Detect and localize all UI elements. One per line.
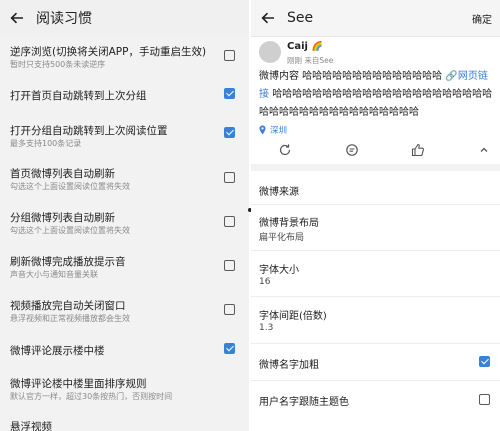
page-title: 阅读习惯 [36, 11, 92, 27]
name-theme-color-checkbox[interactable] [479, 394, 490, 405]
video-auto-close-checkbox[interactable] [224, 304, 235, 315]
setting-jump-last-position[interactable]: 打开分组自动跳转到上次阅读位置 最多支持100条记录 [0, 115, 249, 155]
back-arrow-icon[interactable] [0, 0, 34, 36]
setting-title: 视频播放完自动关闭窗口 [10, 300, 126, 312]
setting-reverse-browse[interactable]: 逆序浏览(切换将关闭APP，手动重启生效) 暂时只支持500条未读逆序 [0, 36, 249, 76]
row-name-theme-color[interactable]: 用户名字跟随主题色 [251, 381, 500, 419]
refresh-sound-checkbox[interactable] [224, 260, 235, 271]
page-title: See [287, 10, 314, 26]
setting-nested-sort-rule[interactable]: 微博评论楼中楼里面排序规则 默认官方一样，超过30条按热门，否则按时间 [0, 368, 249, 408]
setting-subtitle: 勾选这个上面设置阅读位置将失效 [10, 182, 130, 191]
setting-home-auto-refresh[interactable]: 首页微博列表自动刷新 勾选这个上面设置阅读位置将失效 [0, 158, 249, 198]
row-font-size[interactable]: 字体大小 16 [251, 251, 500, 297]
row-title: 微博名字加粗 [259, 360, 319, 371]
jump-last-group-checkbox[interactable] [224, 88, 235, 99]
post-meta: 刚刚 来自See [287, 56, 334, 65]
setting-title: 微博评论展示楼中楼 [10, 345, 105, 357]
setting-subtitle: 声音大小与通知音量关联 [10, 270, 98, 279]
setting-nested-comments[interactable]: 微博评论展示楼中楼 [0, 333, 249, 365]
left-app-bar: 阅读习惯 [0, 0, 249, 36]
setting-title: 刷新微博完成播放提示音 [10, 256, 126, 268]
setting-subtitle: 暂时只支持500条未读逆序 [10, 60, 106, 69]
reading-habits-panel: 阅读习惯 逆序浏览(切换将关闭APP，手动重启生效) 暂时只支持500条未读逆序… [0, 0, 249, 431]
confirm-button[interactable]: 确定 [472, 11, 492, 26]
section-divider [251, 164, 500, 171]
rainbow-badge-icon: 🌈 [311, 42, 323, 52]
post-text: 微博内容 哈哈哈哈哈哈哈哈哈哈哈哈哈哈 [259, 71, 443, 82]
setting-title: 分组微博列表自动刷新 [10, 212, 115, 224]
setting-group-auto-refresh[interactable]: 分组微博列表自动刷新 勾选这个上面设置阅读位置将失效 [0, 202, 249, 242]
repost-icon[interactable] [278, 143, 292, 157]
reverse-browse-checkbox[interactable] [224, 50, 235, 61]
group-auto-refresh-checkbox[interactable] [224, 216, 235, 227]
row-title: 用户名字跟随主题色 [259, 397, 349, 408]
setting-title: 逆序浏览(切换将关闭APP，手动重启生效) [10, 46, 207, 58]
setting-title: 打开分组自动跳转到上次阅读位置 [10, 125, 168, 137]
setting-subtitle: 默认官方一样，超过30条按热门，否则按时间 [10, 392, 173, 401]
comment-icon[interactable] [345, 143, 359, 157]
row-title: 微博来源 [259, 187, 299, 198]
home-auto-refresh-checkbox[interactable] [224, 172, 235, 183]
setting-subtitle: 勾选这个上面设置阅读位置将失效 [10, 226, 130, 235]
row-title: 字体大小 [259, 265, 299, 276]
setting-title: 微博评论楼中楼里面排序规则 [10, 378, 147, 390]
bold-name-checkbox[interactable] [479, 356, 490, 367]
row-title: 字体间距(倍数) [259, 311, 327, 322]
setting-floating-video[interactable]: 悬浮视频 [0, 411, 249, 431]
back-arrow-icon[interactable] [251, 0, 285, 36]
location-text: 深圳 [270, 126, 288, 136]
row-value: 扁平化布局 [259, 233, 305, 243]
setting-title: 打开首页自动跳转到上次分组 [10, 90, 147, 102]
setting-title: 首页微博列表自动刷新 [10, 168, 115, 180]
post-content: 微博内容 哈哈哈哈哈哈哈哈哈哈哈哈哈哈 🔗网页链接 哈哈哈哈哈哈哈哈哈哈哈哈哈哈… [259, 68, 497, 122]
link-icon: 🔗 [445, 71, 458, 82]
setting-refresh-sound[interactable]: 刷新微博完成播放提示音 声音大小与通知音量关联 [0, 246, 249, 286]
nested-comments-checkbox[interactable] [224, 343, 235, 354]
row-letter-spacing[interactable]: 字体间距(倍数) 1.3 [251, 297, 500, 344]
right-app-bar: See 确定 [251, 0, 500, 37]
row-value: 16 [259, 277, 271, 287]
row-bold-name[interactable]: 微博名字加粗 [251, 344, 500, 381]
like-thumb-icon[interactable] [411, 143, 425, 157]
location-pin-icon [259, 125, 266, 135]
setting-video-auto-close[interactable]: 视频播放完自动关闭窗口 悬浮视频和正常视频播放都会生效 [0, 290, 249, 330]
setting-subtitle: 最多支持100条记录 [10, 139, 82, 148]
user-name[interactable]: Caij 🌈 [287, 41, 323, 52]
row-value: 1.3 [259, 323, 274, 333]
setting-jump-last-group[interactable]: 打开首页自动跳转到上次分组 [0, 78, 249, 112]
avatar[interactable] [259, 41, 281, 63]
row-title: 微博背景布局 [259, 218, 319, 229]
post-text-continued: 哈哈哈哈哈哈哈哈哈哈哈哈哈哈哈哈哈哈哈哈哈哈哈哈哈哈哈哈哈哈哈哈哈哈哈哈哈哈 [259, 89, 493, 118]
row-weibo-source[interactable]: 微博来源 [251, 172, 500, 205]
user-name-text: Caij [287, 41, 308, 52]
see-settings-panel: See 确定 Caij 🌈 刚刚 来自See 微博内容 哈哈哈哈哈哈哈哈哈哈哈哈… [251, 0, 500, 431]
jump-last-position-checkbox[interactable] [224, 127, 235, 138]
post-location[interactable]: 深圳 [259, 124, 287, 136]
setting-subtitle: 悬浮视频和正常视频播放都会生效 [10, 314, 130, 323]
post-actions-bar [251, 141, 500, 159]
setting-title: 悬浮视频 [10, 421, 52, 431]
row-background-layout[interactable]: 微博背景布局 扁平化布局 [251, 205, 500, 251]
more-icon[interactable] [477, 143, 491, 157]
